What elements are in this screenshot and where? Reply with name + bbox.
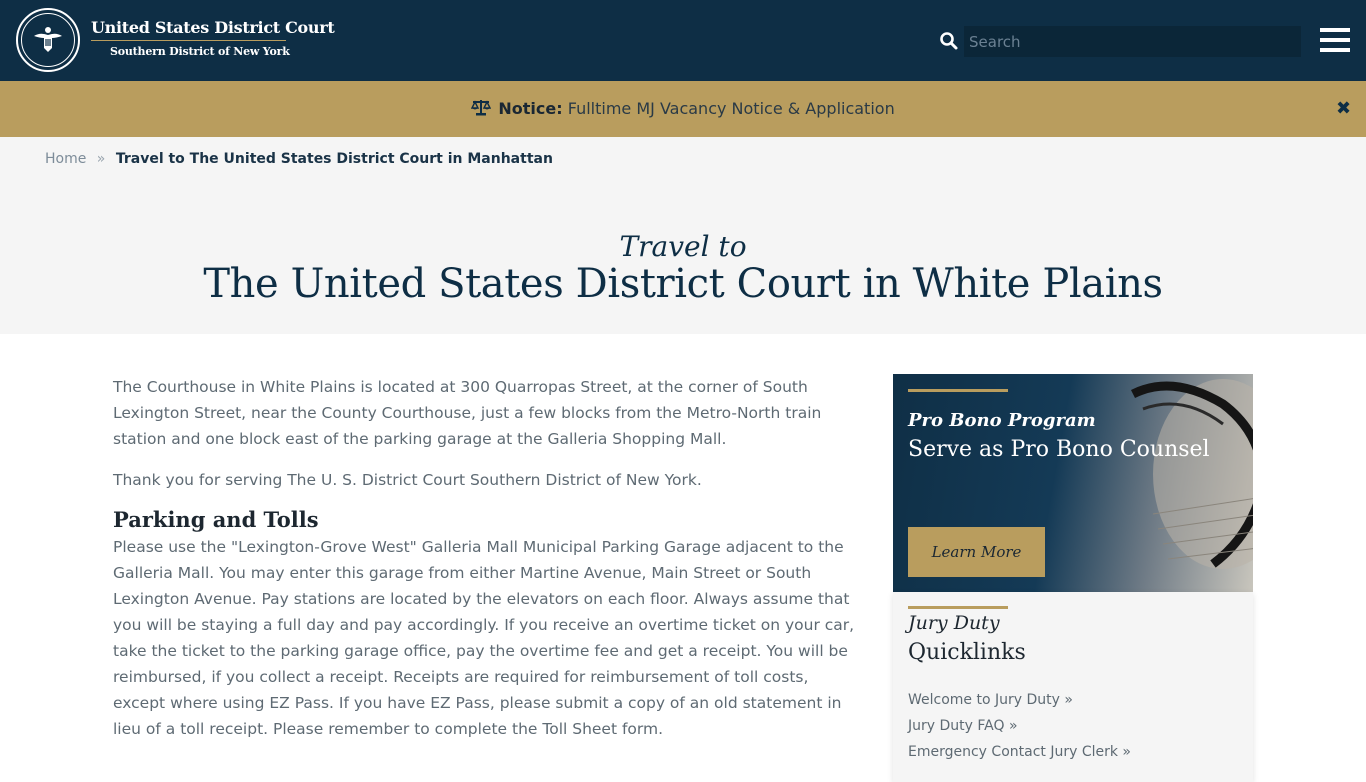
notice-banner: Notice: Fulltime MJ Vacancy Notice & App… xyxy=(0,81,1366,137)
eyeglasses-image xyxy=(1130,379,1253,569)
page-kicker: Travel to xyxy=(619,230,747,263)
quicklinks-title: Quicklinks xyxy=(908,640,1026,665)
list-item: Welcome to Jury Duty » xyxy=(908,687,1131,713)
page-title: The United States District Court in Whit… xyxy=(203,261,1163,307)
scales-icon xyxy=(471,100,492,116)
court-name[interactable]: United States District Court xyxy=(91,18,335,37)
parking-heading: Parking and Tolls xyxy=(113,507,319,532)
notice-content: Notice: Fulltime MJ Vacancy Notice & App… xyxy=(0,99,1366,118)
quicklinks-kicker: Jury Duty xyxy=(908,612,1000,634)
quicklinks-accent-rule xyxy=(908,606,1008,609)
jury-quicklinks-panel: Jury Duty Quicklinks Welcome to Jury Dut… xyxy=(893,592,1253,782)
search-input[interactable] xyxy=(964,26,1301,57)
logo-divider xyxy=(91,40,286,41)
breadcrumb-home-link[interactable]: Home xyxy=(45,151,86,167)
quicklink-welcome[interactable]: Welcome to Jury Duty » xyxy=(908,692,1073,708)
hamburger-menu-icon[interactable] xyxy=(1320,28,1350,52)
pro-bono-promo: Pro Bono Program Serve as Pro Bono Couns… xyxy=(893,374,1253,592)
notice-link[interactable]: Fulltime MJ Vacancy Notice & Application xyxy=(568,99,895,118)
quicklink-emergency-contact[interactable]: Emergency Contact Jury Clerk » xyxy=(908,744,1131,760)
thanks-paragraph: Thank you for serving The U. S. District… xyxy=(113,471,702,489)
site-header: United States District Court Southern Di… xyxy=(0,0,1366,81)
search-icon[interactable] xyxy=(939,31,959,51)
notice-label: Notice: xyxy=(498,99,563,118)
promo-accent-rule xyxy=(908,389,1008,392)
breadcrumb: Home » Travel to The United States Distr… xyxy=(45,151,553,167)
promo-kicker: Pro Bono Program xyxy=(908,410,1096,431)
court-seal-logo[interactable] xyxy=(16,8,80,72)
eagle-seal-icon xyxy=(21,13,75,67)
main-content: The Courthouse in White Plains is locate… xyxy=(113,374,863,757)
list-item: Jury Duty FAQ » xyxy=(908,713,1131,739)
quicklink-faq[interactable]: Jury Duty FAQ » xyxy=(908,718,1018,734)
promo-title: Serve as Pro Bono Counsel xyxy=(908,437,1210,462)
learn-more-button[interactable]: Learn More xyxy=(908,527,1045,577)
page-hero: Home » Travel to The United States Distr… xyxy=(0,137,1366,334)
intro-paragraph: The Courthouse in White Plains is locate… xyxy=(113,378,822,448)
breadcrumb-separator: » xyxy=(96,151,106,167)
list-item: Emergency Contact Jury Clerk » xyxy=(908,739,1131,765)
district-name[interactable]: Southern District of New York xyxy=(110,45,290,58)
quicklinks-list: Welcome to Jury Duty » Jury Duty FAQ » E… xyxy=(908,687,1131,765)
close-icon[interactable]: ✖ xyxy=(1336,98,1351,119)
breadcrumb-current: Travel to The United States District Cou… xyxy=(115,151,553,167)
parking-paragraph: Please use the "Lexington-Grove West" Ga… xyxy=(113,538,855,738)
